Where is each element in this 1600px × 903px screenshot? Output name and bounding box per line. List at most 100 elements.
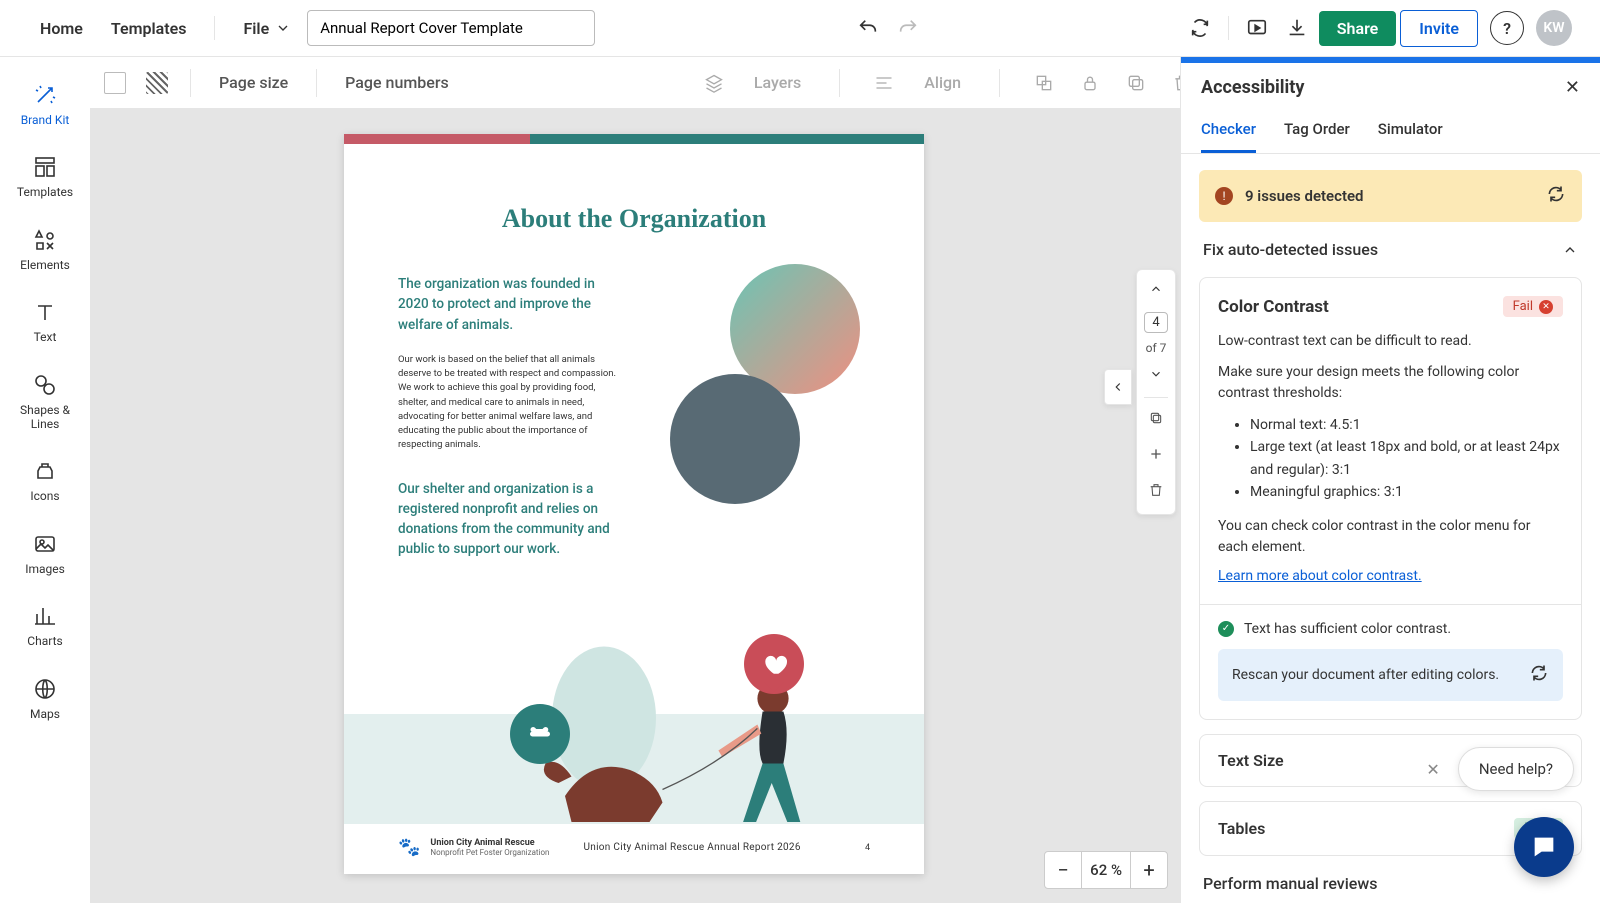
delete-page-button[interactable] [1144, 478, 1168, 506]
check-label: Text has sufficient color contrast. [1244, 621, 1451, 637]
document-title-input[interactable] [307, 10, 595, 46]
page-navigator: 4 of 7 [1136, 269, 1176, 515]
warning-icon: ! [1215, 187, 1233, 205]
layers-icon[interactable] [696, 65, 732, 101]
zoom-value[interactable]: 62 % [1081, 852, 1131, 888]
invite-button[interactable]: Invite [1400, 10, 1478, 47]
page-footer: 🐾 Union City Animal Rescue Nonprofit Pet… [344, 837, 924, 858]
sidebar-item-templates[interactable]: Templates [5, 143, 85, 209]
present-icon[interactable] [1239, 10, 1275, 46]
illustration-cat-sleeping [730, 264, 860, 394]
sidebar-item-text[interactable]: Text [5, 288, 85, 354]
sidebar-item-label: Icons [30, 489, 59, 503]
sidebar-item-label: Elements [20, 258, 70, 272]
undo-button[interactable] [850, 10, 886, 46]
zoom-out-button[interactable]: − [1045, 852, 1081, 888]
contrast-p2: Make sure your design meets the followin… [1218, 362, 1563, 404]
help-tooltip-close[interactable]: ✕ [1420, 754, 1445, 785]
file-menu-label: File [243, 19, 269, 38]
footer-org-name: Union City Animal Rescue [430, 838, 549, 848]
paw-icon: 🐾 [398, 837, 420, 858]
page-current[interactable]: 4 [1144, 312, 1167, 333]
manual-reviews-heading[interactable]: Perform manual reviews [1199, 870, 1582, 897]
rescan-text: Rescan your document after editing color… [1232, 667, 1517, 683]
page-numbers-button[interactable]: Page numbers [333, 73, 461, 92]
sync-icon[interactable] [1182, 10, 1218, 46]
sidebar-item-icons[interactable]: Icons [5, 447, 85, 513]
footer-page-number: 4 [865, 843, 870, 853]
sidebar-item-label: Templates [17, 185, 73, 199]
tab-checker[interactable]: Checker [1201, 108, 1256, 153]
background-tool[interactable] [146, 72, 168, 94]
check-sufficient-contrast: ✓ Text has sufficient color contrast. [1218, 621, 1563, 637]
chevron-up-icon [1562, 242, 1578, 258]
file-menu[interactable]: File [231, 11, 303, 46]
canvas[interactable]: About the Organization The organization … [90, 109, 1180, 903]
lock-icon[interactable] [1072, 65, 1108, 101]
redo-button[interactable] [890, 10, 926, 46]
zoom-in-button[interactable]: + [1131, 852, 1167, 888]
nav-home[interactable]: Home [28, 11, 95, 46]
footer-report-title: Union City Animal Rescue Annual Report 2… [583, 842, 800, 853]
sidebar-item-brand-kit[interactable]: Brand Kit [5, 71, 85, 137]
refresh-issues-button[interactable] [1546, 184, 1566, 208]
select-tool[interactable] [104, 72, 126, 94]
text-icon [31, 298, 59, 326]
page-title[interactable]: About the Organization [344, 204, 924, 234]
close-panel-button[interactable]: ✕ [1565, 77, 1580, 98]
rescan-button[interactable] [1529, 663, 1549, 687]
collapse-panel-button[interactable] [1104, 369, 1132, 405]
tab-simulator[interactable]: Simulator [1378, 108, 1443, 153]
layers-button[interactable]: Layers [742, 73, 813, 92]
sidebar-item-maps[interactable]: Maps [5, 665, 85, 731]
intro2-text[interactable]: Our shelter and organization is a regist… [398, 479, 618, 560]
templates-icon [31, 153, 59, 181]
nav-templates[interactable]: Templates [99, 11, 199, 46]
sidebar-item-label: Text [34, 330, 57, 344]
intro-text[interactable]: The organization was founded in 2020 to … [398, 274, 618, 335]
heart-bubble-icon [744, 634, 804, 694]
sidebar-item-label: Charts [27, 634, 62, 648]
group-icon[interactable] [1026, 65, 1062, 101]
page-size-button[interactable]: Page size [207, 73, 300, 92]
help-widget: ✕ Need help? [1420, 747, 1574, 791]
help-button[interactable]: ? [1490, 11, 1524, 45]
maps-icon [31, 675, 59, 703]
add-page-button[interactable] [1144, 442, 1168, 470]
document-page[interactable]: About the Organization The organization … [344, 134, 924, 874]
sidebar-item-label: Images [25, 562, 65, 576]
duplicate-page-button[interactable] [1144, 406, 1168, 434]
sidebar-item-shapes[interactable]: Shapes & Lines [5, 361, 85, 442]
learn-more-link[interactable]: Learn more about color contrast. [1218, 568, 1422, 584]
sidebar-item-label: Brand Kit [21, 113, 70, 127]
card-title: Color Contrast [1218, 297, 1329, 317]
sidebar-item-elements[interactable]: Elements [5, 216, 85, 282]
shapes-icon [31, 371, 59, 399]
align-button[interactable]: Align [912, 73, 973, 92]
share-button[interactable]: Share [1319, 11, 1397, 46]
align-icon[interactable] [866, 65, 902, 101]
page-prev-button[interactable] [1145, 278, 1167, 304]
sidebar-item-images[interactable]: Images [5, 520, 85, 586]
body-text[interactable]: Our work is based on the belief that all… [398, 353, 618, 453]
bullet: Large text (at least 18px and bold, or a… [1250, 436, 1563, 481]
help-tooltip[interactable]: Need help? [1458, 747, 1574, 791]
chat-fab[interactable] [1514, 817, 1574, 877]
chat-icon [1530, 833, 1558, 861]
fix-issues-heading[interactable]: Fix auto-detected issues [1199, 236, 1582, 263]
contrast-p1: Low-contrast text can be difficult to re… [1218, 331, 1563, 352]
copy-icon[interactable] [1118, 65, 1154, 101]
tab-tag-order[interactable]: Tag Order [1284, 108, 1350, 153]
panel-title: Accessibility [1201, 77, 1565, 98]
elements-icon [31, 226, 59, 254]
download-icon[interactable] [1279, 10, 1315, 46]
check-icon: ✓ [1218, 621, 1234, 637]
sidebar-item-charts[interactable]: Charts [5, 592, 85, 658]
footer-org-sub: Nonprofit Pet Foster Organization [430, 848, 549, 857]
panel-tabs: Checker Tag Order Simulator [1181, 108, 1600, 154]
sidebar-item-label: Maps [30, 707, 60, 721]
page-next-button[interactable] [1145, 363, 1167, 389]
rescan-hint: Rescan your document after editing color… [1218, 649, 1563, 701]
illustration-group[interactable] [638, 274, 870, 534]
avatar[interactable]: KW [1536, 10, 1572, 46]
